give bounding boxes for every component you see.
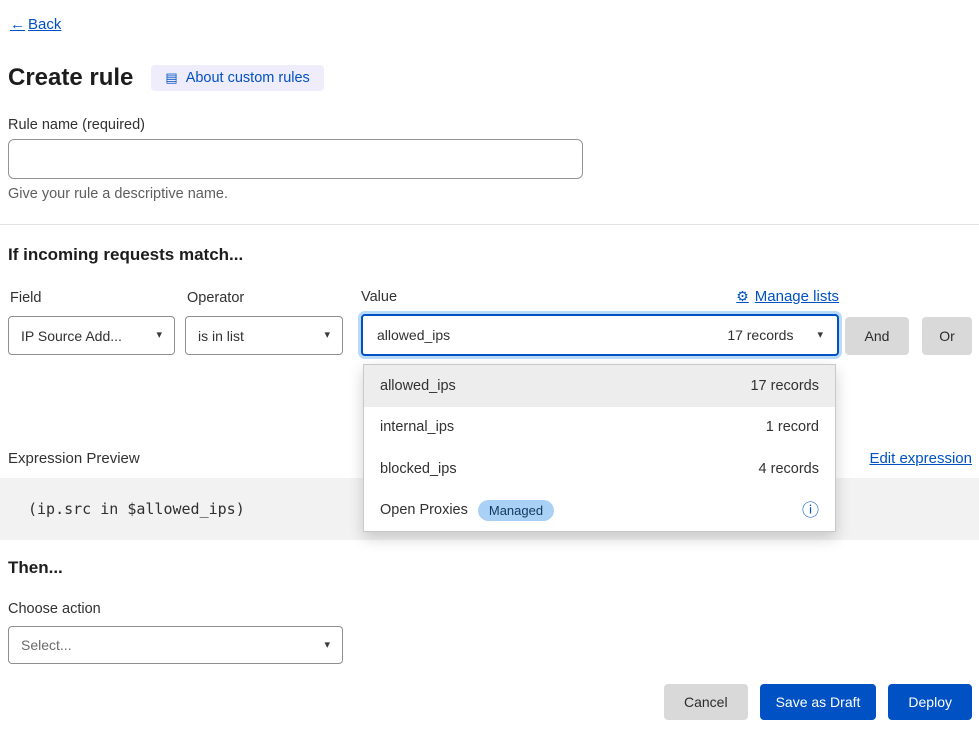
chevron-down-icon: ▾ <box>156 330 162 341</box>
list-item-allowed-ips[interactable]: allowed_ips 17 records <box>364 365 835 407</box>
list-item-name: blocked_ips <box>380 461 457 477</box>
gear-icon: ⚙ <box>736 288 749 305</box>
value-selected-value: allowed_ips <box>377 327 450 343</box>
back-arrow-icon: ← <box>10 16 25 33</box>
about-custom-rules-link[interactable]: ▤ About custom rules <box>151 65 323 91</box>
value-header: Value ⚙ Manage lists <box>361 288 839 305</box>
list-item-internal-ips[interactable]: internal_ips 1 record <box>364 407 835 449</box>
rule-name-help: Give your rule a descriptive name. <box>8 186 228 202</box>
cancel-button[interactable]: Cancel <box>664 684 748 720</box>
or-button[interactable]: Or <box>922 317 972 355</box>
manage-lists-label: Manage lists <box>755 288 839 305</box>
action-placeholder: Select... <box>21 637 72 653</box>
and-button[interactable]: And <box>845 317 909 355</box>
chevron-down-icon: ▾ <box>324 640 330 651</box>
page-title: Create rule <box>8 64 133 92</box>
deploy-button[interactable]: Deploy <box>888 684 972 720</box>
list-item-records: 17 records <box>750 378 819 394</box>
footer-actions: Cancel Save as Draft Deploy <box>664 684 972 720</box>
match-section-heading: If incoming requests match... <box>8 245 243 265</box>
action-select[interactable]: Select... ▾ <box>8 626 343 664</box>
chevron-down-icon: ▾ <box>817 330 823 341</box>
list-item-blocked-ips[interactable]: blocked_ips 4 records <box>364 448 835 490</box>
rule-name-input[interactable] <box>8 139 583 179</box>
operator-selected-value: is in list <box>198 328 244 344</box>
expression-preview-label: Expression Preview <box>8 450 140 467</box>
choose-action-label: Choose action <box>8 601 101 617</box>
field-label: Field <box>10 290 41 306</box>
list-item-name: internal_ips <box>380 419 454 435</box>
field-select[interactable]: IP Source Add... ▾ <box>8 316 175 355</box>
title-row: Create rule ▤ About custom rules <box>8 64 324 92</box>
list-dropdown: allowed_ips 17 records internal_ips 1 re… <box>363 364 836 532</box>
value-label: Value <box>361 289 397 305</box>
book-icon: ▤ <box>165 70 177 86</box>
list-item-records: 1 record <box>766 419 819 435</box>
list-item-name: allowed_ips <box>380 378 456 394</box>
back-link[interactable]: ← Back <box>10 16 61 33</box>
about-custom-rules-label: About custom rules <box>186 70 310 86</box>
list-item-open-proxies[interactable]: Open Proxies Managed ⓘ <box>364 490 835 532</box>
value-records-count: 17 records <box>727 327 793 343</box>
save-as-draft-button[interactable]: Save as Draft <box>760 684 877 720</box>
expression-code: (ip.src in $allowed_ips) <box>28 500 245 518</box>
edit-expression-link[interactable]: Edit expression <box>869 450 972 467</box>
rule-name-label: Rule name (required) <box>8 117 145 133</box>
operator-select[interactable]: is in list ▾ <box>185 316 343 355</box>
info-icon[interactable]: ⓘ <box>802 502 819 519</box>
chevron-down-icon: ▾ <box>324 330 330 341</box>
section-divider <box>0 224 979 225</box>
then-section-heading: Then... <box>8 558 63 578</box>
create-rule-page: ← Back Create rule ▤ About custom rules … <box>0 0 979 739</box>
list-item-records: 4 records <box>759 461 819 477</box>
operator-label: Operator <box>187 290 244 306</box>
managed-badge: Managed <box>478 500 554 521</box>
manage-lists-link[interactable]: ⚙ Manage lists <box>736 288 839 305</box>
field-selected-value: IP Source Add... <box>21 328 122 344</box>
back-label: Back <box>28 16 61 33</box>
list-item-name: Open Proxies <box>380 502 468 518</box>
value-select[interactable]: allowed_ips 17 records ▾ <box>361 314 839 356</box>
